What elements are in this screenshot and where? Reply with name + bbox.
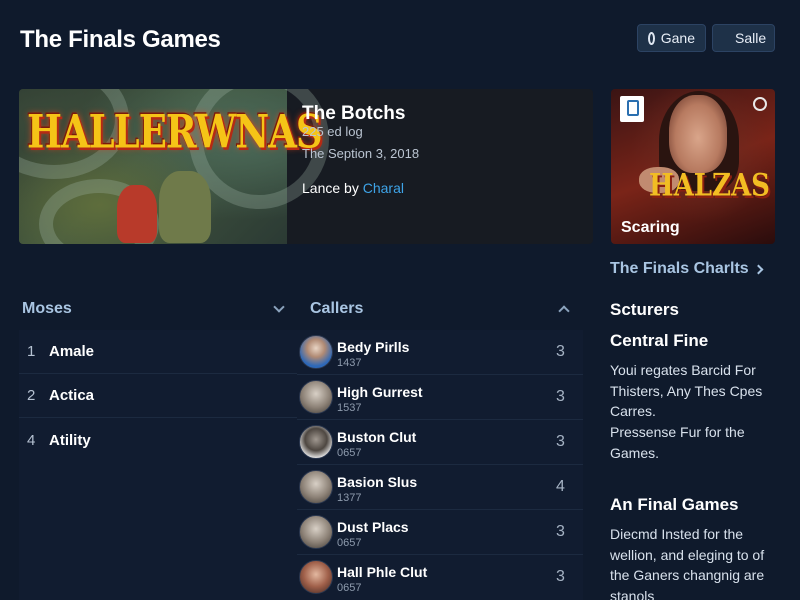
list-item-number: 4 (27, 431, 36, 449)
diamond-icon (722, 34, 730, 42)
chevron-right-icon (753, 264, 764, 274)
final-games-text: Diecmd Insted for the wellion, and elegi… (610, 526, 765, 600)
featured-credit: Lance by Charal (302, 180, 404, 196)
featured-title: The Botchs (302, 103, 406, 124)
game-logo-art: HALLERWNAS (27, 103, 323, 159)
callers-heading: Callers (310, 300, 364, 317)
caller-code: 0657 (337, 537, 362, 549)
caller-count: 3 (556, 343, 565, 360)
list-item[interactable]: 1 Amale (19, 330, 298, 374)
caller-count: 4 (556, 478, 565, 495)
caller-code: 1537 (337, 402, 362, 414)
character-face (669, 95, 727, 173)
list-item-label: Actica (49, 387, 95, 404)
charts-link[interactable]: The Finals Charlts (610, 260, 764, 278)
chevron-up-icon[interactable] (558, 305, 570, 317)
red-fighter (117, 185, 157, 243)
avatar (299, 470, 333, 504)
caller-code: 0657 (337, 582, 362, 594)
gane-button-label: Gane (660, 30, 695, 46)
salle-button[interactable]: Salle (712, 24, 775, 52)
final-games-heading: An Final Games (610, 495, 739, 514)
page-title: The Finals Games (20, 26, 221, 53)
list-item-label: Atility (49, 431, 91, 449)
table-row[interactable]: Basion Slus 1377 4 (297, 465, 583, 510)
table-row[interactable]: Bedy Pirlls 1437 3 (297, 330, 583, 375)
caller-name: Bedy Pirlls (337, 339, 410, 355)
table-row[interactable]: Buston Clut 0657 3 (297, 420, 583, 465)
list-item-number: 1 (27, 343, 36, 360)
caller-count: 3 (556, 433, 565, 450)
avatar (299, 425, 333, 459)
central-fine-text-2: Pressense Fur for the Games. (610, 424, 745, 461)
featured-date: The Seption 3, 2018 (302, 146, 420, 161)
list-item-number: 2 (27, 387, 36, 404)
ring-icon (648, 31, 655, 45)
salle-button-label: Salle (735, 30, 767, 46)
gane-button[interactable]: Gane (637, 24, 706, 52)
caller-code: 0657 (337, 447, 362, 459)
list-item[interactable]: 2 Actica (19, 374, 298, 418)
featured-game-art: HALLERWNAS (19, 89, 329, 244)
chevron-down-icon[interactable] (273, 301, 285, 313)
steam-icon (753, 97, 767, 111)
credit-prefix: Lance by (302, 180, 359, 196)
caller-name: High Gurrest (337, 384, 423, 400)
scturers-heading: Scturers (610, 300, 679, 319)
green-monster (159, 171, 211, 243)
list-item[interactable]: 4 Atility (19, 418, 298, 462)
side-game-logo-art: HALZAS (649, 168, 770, 204)
caller-count: 3 (556, 568, 565, 585)
moses-list: 1 Amale 2 Actica 4 Atility (19, 330, 298, 600)
caller-name: Hall Phle Clut (337, 564, 428, 580)
avatar (299, 380, 333, 414)
moses-heading: Moses (22, 300, 72, 317)
credit-link[interactable]: Charal (363, 180, 404, 196)
caller-name: Buston Clut (337, 429, 417, 445)
avatar (299, 515, 333, 549)
table-row[interactable]: High Gurrest 1537 3 (297, 375, 583, 420)
platform-badge-icon (620, 96, 644, 122)
side-card-caption: Scaring (621, 219, 680, 236)
list-item-label: Amale (49, 343, 95, 360)
table-row[interactable]: Hall Phle Clut 0657 3 (297, 555, 583, 600)
avatar (299, 560, 333, 594)
central-fine-heading: Central Fine (610, 331, 709, 350)
charts-link-label: The Finals Charlts (610, 260, 749, 277)
caller-count: 3 (556, 523, 565, 540)
avatar (299, 335, 333, 369)
central-fine-text: Youi regates Barcid For Thisters, Any Th… (610, 362, 763, 419)
caller-code: 1437 (337, 357, 362, 369)
table-row[interactable]: Dust Placs 0657 3 (297, 510, 583, 555)
caller-count: 3 (556, 388, 565, 405)
caller-name: Basion Slus (337, 474, 418, 490)
callers-list: Bedy Pirlls 1437 3 High Gurrest 1537 3 B… (297, 330, 583, 600)
caller-name: Dust Placs (337, 519, 409, 535)
caller-code: 1377 (337, 492, 362, 504)
featured-subtitle: 225 ed log (302, 124, 363, 139)
